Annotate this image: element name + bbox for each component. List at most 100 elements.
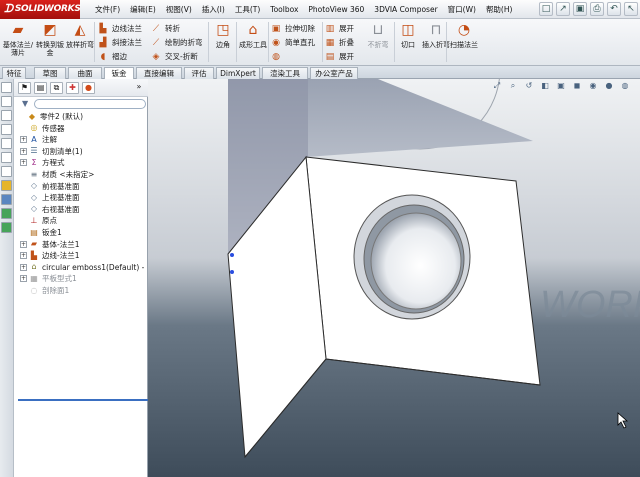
tree-item[interactable]: ◇ 右视基准面: [20, 204, 80, 215]
select-icon[interactable]: ↖: [624, 2, 638, 16]
menu-item[interactable]: 编辑(E): [125, 4, 161, 15]
file-explorer-icon[interactable]: [1, 124, 12, 135]
tree-item[interactable]: ◇ 上视基准面: [20, 192, 80, 203]
previous-view-icon[interactable]: ↺: [524, 81, 534, 91]
vent-button[interactable]: ◍: [270, 50, 285, 63]
expand-toggle-icon[interactable]: +: [20, 263, 27, 271]
view-palette-icon[interactable]: [1, 152, 12, 163]
view-orientation-icon[interactable]: ▣: [556, 81, 566, 91]
property-manager-icon[interactable]: ▤: [34, 82, 47, 94]
task-pane-icons: [0, 79, 14, 477]
miter-flange-button[interactable]: ▟ 斜接法兰: [97, 36, 142, 49]
menu-item[interactable]: 窗口(W): [443, 4, 481, 15]
search-icon[interactable]: [1, 138, 12, 149]
tree-item[interactable]: ◎ 传感器: [20, 123, 65, 134]
tab-8[interactable]: 办公室产品: [310, 67, 358, 79]
rip-button[interactable]: ◫ 切口: [395, 21, 421, 63]
rollback-bar[interactable]: [18, 399, 148, 401]
tree-item[interactable]: + Σ 方程式: [20, 157, 65, 168]
sketched-bend-button[interactable]: ⟋ 绘制的折弯: [150, 36, 203, 49]
jog-button[interactable]: ⟋ 转折: [150, 22, 180, 35]
tree-item[interactable]: + ▙ 边线-法兰1: [20, 250, 79, 261]
lofted-bend-button[interactable]: ◭ 放样折弯: [64, 21, 96, 63]
expand-toggle-icon[interactable]: +: [20, 252, 27, 260]
solidworks-logo[interactable]: ᗪ SOLIDWORKS: [0, 0, 81, 19]
menu-item[interactable]: PhotoView 360: [303, 5, 369, 14]
convert-sheetmetal-button[interactable]: ◩ 转换到钣金: [34, 21, 66, 63]
custom-properties-icon[interactable]: [1, 180, 12, 191]
filter-input[interactable]: [34, 99, 146, 109]
expand-toggle-icon[interactable]: +: [20, 136, 27, 144]
flatten-button[interactable]: ▤ 展开: [324, 50, 354, 63]
appearances-icon[interactable]: [1, 166, 12, 177]
forming-tool-button[interactable]: ⌂ 成形工具: [237, 21, 269, 63]
tree-item[interactable]: + A 注解: [20, 134, 57, 145]
home-icon[interactable]: [1, 82, 12, 93]
configuration-manager-icon[interactable]: ⧉: [50, 82, 63, 94]
zoom-fit-icon[interactable]: ⤢: [492, 81, 502, 91]
menu-item[interactable]: 文件(F): [90, 4, 125, 15]
menu-item[interactable]: 工具(T): [230, 4, 265, 15]
fold-button[interactable]: ▦ 折叠: [324, 36, 354, 49]
hem-button[interactable]: ◖ 褶边: [97, 50, 127, 63]
simple-hole-button[interactable]: ◉ 简单直孔: [270, 36, 315, 49]
menu-item[interactable]: 3DVIA Composer: [369, 5, 442, 14]
extruded-cut-button[interactable]: ▣ 拉伸切除: [270, 22, 315, 35]
expand-toggle-icon[interactable]: +: [20, 159, 27, 167]
appearance-icon[interactable]: ●: [604, 81, 614, 91]
menu-item[interactable]: 帮助(H): [481, 4, 518, 15]
feature-tree-icon[interactable]: ⚑: [18, 82, 31, 94]
menu-item[interactable]: 视图(V): [161, 4, 197, 15]
no-bends-button[interactable]: ⊔ 不折弯: [362, 21, 394, 63]
tree-item[interactable]: ◌ 剖除面1: [20, 285, 70, 296]
swept-flange-button[interactable]: ◔ 扫描法兰: [448, 21, 480, 63]
unfold-button[interactable]: ▥ 展开: [324, 22, 354, 35]
section-view-icon[interactable]: ◧: [540, 81, 550, 91]
resources-icon[interactable]: [1, 96, 12, 107]
new-document-icon[interactable]: □: [539, 2, 553, 16]
edge-flange-button[interactable]: ▙ 边线法兰: [97, 22, 142, 35]
tab-2[interactable]: 曲面: [68, 67, 102, 79]
hide-show-icon[interactable]: ◉: [588, 81, 598, 91]
scene-icon[interactable]: ◍: [620, 81, 630, 91]
display-manager-icon[interactable]: ●: [82, 82, 95, 94]
expand-toggle-icon[interactable]: +: [20, 147, 27, 155]
tree-item[interactable]: + ☰ 切割清单(1): [20, 146, 83, 157]
corners-button[interactable]: ◳ 边角: [210, 21, 236, 63]
print-icon[interactable]: ⎙: [590, 2, 604, 16]
tree-item[interactable]: ◆ 零件2 (默认): [18, 111, 83, 122]
tab-5[interactable]: 评估: [184, 67, 214, 79]
tab-1[interactable]: 草图: [34, 67, 66, 79]
display-style-icon[interactable]: ◼: [572, 81, 582, 91]
cross-break-button[interactable]: ◈ 交叉-折断: [150, 50, 198, 63]
tree-item[interactable]: ▤ 钣金1: [20, 227, 62, 238]
tab-7[interactable]: 渲染工具: [262, 67, 308, 79]
expand-panel-icon[interactable]: »: [134, 82, 144, 94]
library-icon[interactable]: [1, 110, 12, 121]
tree-item[interactable]: + ▦ 平板型式1: [20, 273, 77, 284]
tab-4[interactable]: 直接编辑: [136, 67, 182, 79]
save-icon[interactable]: ▣: [573, 2, 587, 16]
menu-item[interactable]: 插入(I): [197, 4, 230, 15]
base-flange-button[interactable]: ▰ 基体法兰/薄片: [2, 21, 34, 63]
tree-item[interactable]: + ▰ 基体-法兰1: [20, 239, 79, 250]
tree-item[interactable]: ◇ 前视基准面: [20, 181, 80, 192]
expand-toggle-icon[interactable]: +: [20, 240, 27, 248]
dimxpert-icon[interactable]: ✚: [66, 82, 79, 94]
open-icon[interactable]: ↗: [556, 2, 570, 16]
sheetmetal-icon: ▤: [30, 227, 38, 237]
graphics-area[interactable]: WORK ⤢ ⌕ ↺ ◧ ▣ ◼ ◉ ● ◍: [148, 79, 640, 477]
menu-item[interactable]: Toolbox: [265, 5, 303, 14]
3d-content-icon[interactable]: [1, 208, 12, 219]
scenes-icon[interactable]: [1, 222, 12, 233]
tree-item-label: 零件2 (默认): [40, 112, 84, 121]
forum-icon[interactable]: [1, 194, 12, 205]
tab-0[interactable]: 特征: [2, 67, 26, 79]
tab-6[interactable]: DimXpert: [216, 67, 260, 79]
tree-item[interactable]: ⊥ 原点: [20, 215, 57, 226]
zoom-area-icon[interactable]: ⌕: [508, 81, 518, 91]
tree-item[interactable]: ≡ 材质 <未指定>: [20, 169, 95, 180]
tree-item[interactable]: + ⌂ circular emboss1(Default) -: [20, 262, 144, 273]
undo-icon[interactable]: ↶: [607, 2, 621, 16]
expand-toggle-icon[interactable]: +: [20, 275, 27, 283]
